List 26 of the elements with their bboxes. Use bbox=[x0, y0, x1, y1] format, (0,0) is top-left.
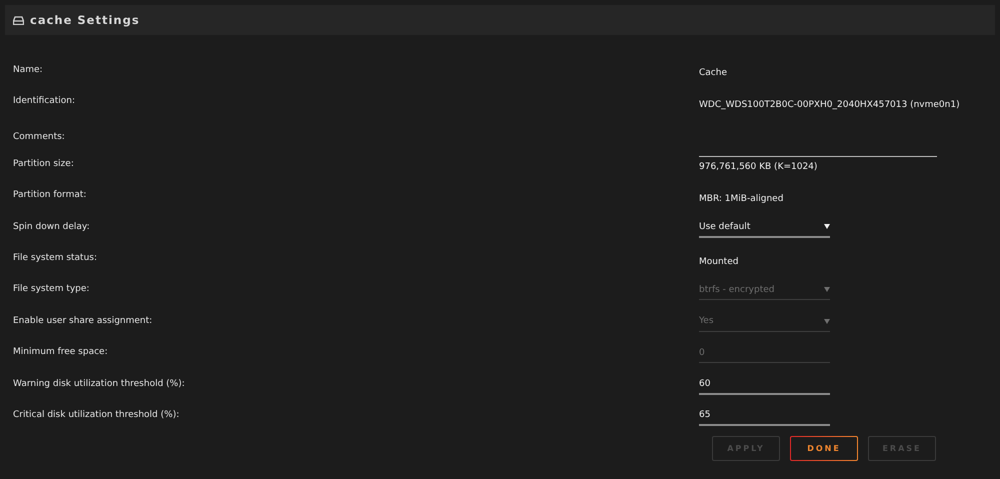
field-label: Comments: bbox=[12, 132, 66, 142]
drive-icon bbox=[13, 16, 24, 24]
field-label: Spin down delay: bbox=[12, 222, 91, 232]
caret-icon bbox=[824, 287, 830, 292]
field-label: File system status: bbox=[12, 253, 98, 264]
field-label: Partition format: bbox=[12, 190, 88, 200]
field-label: Name: bbox=[12, 64, 44, 75]
field-value: Mounted bbox=[699, 256, 738, 267]
field-label: Enable user share assignment: bbox=[12, 316, 154, 326]
field-value: 976,761,560 KB (K=1024) bbox=[699, 162, 818, 172]
field-value: MBR: 1MiB-aligned bbox=[699, 194, 784, 204]
done-button[interactable]: DONE bbox=[790, 436, 858, 461]
field-label: File system type: bbox=[12, 284, 90, 294]
field-label: Critical disk utilization threshold (%): bbox=[12, 410, 180, 420]
field-label: Minimum free space: bbox=[12, 347, 109, 358]
caret-icon bbox=[824, 224, 830, 230]
caret-icon bbox=[824, 318, 830, 324]
field-value: WDC_WDS100T2B0C-00PXH0_2040HX457013 (nvme0n1) bbox=[699, 100, 960, 110]
field-label: Identification: bbox=[12, 96, 76, 106]
field-label: Warning disk utilization threshold (%): bbox=[12, 378, 186, 389]
dropdown[interactable]: Use default bbox=[699, 216, 830, 238]
field-label: Partition size: bbox=[12, 158, 75, 169]
panel-title: cache Settings bbox=[30, 13, 140, 27]
input-field[interactable]: 60 bbox=[699, 372, 830, 395]
field-value: Cache bbox=[699, 68, 727, 78]
input-field[interactable]: 65 bbox=[699, 404, 830, 426]
